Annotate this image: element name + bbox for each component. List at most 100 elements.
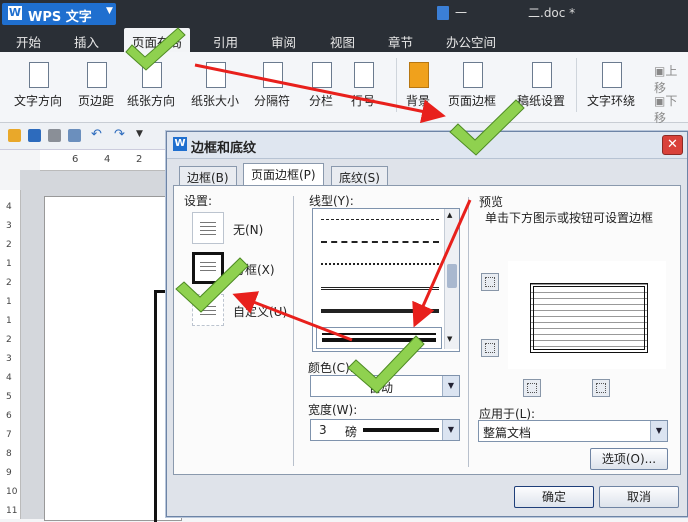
- preview-page: [530, 283, 648, 353]
- preview-hint: 单击下方图示或按钮可设置边框: [485, 211, 654, 225]
- menu-chapter[interactable]: 章节: [388, 32, 413, 51]
- line-style-option[interactable]: [321, 309, 439, 313]
- ruler-tick: 6: [72, 154, 79, 165]
- print-icon[interactable]: [48, 129, 61, 142]
- menu-references[interactable]: 引用: [213, 32, 238, 51]
- ruler-tick: 1: [6, 259, 12, 269]
- left-border-button[interactable]: [523, 379, 541, 397]
- bring-forward-button[interactable]: ▣上移: [654, 62, 688, 96]
- menu-bar: 开始 插入 页面布局 引用 审阅 视图 章节 办公空间: [0, 28, 688, 52]
- ruler-tick: 4: [6, 373, 12, 383]
- setting-custom-label[interactable]: 自定义(U): [233, 303, 287, 320]
- bring-forward-icon: ▣: [654, 64, 666, 78]
- borders-and-shading-dialog: W 边框和底纹 ✕ 边框(B) 页面边框(P) 底纹(S) 设置: 无(N) 方…: [166, 131, 688, 517]
- bottom-border-button[interactable]: [481, 339, 499, 357]
- send-backward-button[interactable]: ▣下移: [654, 92, 688, 126]
- setting-none-label[interactable]: 无(N): [233, 221, 263, 238]
- border-preview[interactable]: [508, 261, 666, 369]
- wps-logo-icon: W: [173, 137, 187, 151]
- setting-box-icon[interactable]: [192, 252, 224, 284]
- doc-tab-2[interactable]: 二.doc *: [528, 4, 575, 24]
- line-style-label: 线型(Y):: [309, 194, 354, 208]
- ruler-tick: 6: [6, 411, 12, 421]
- print-preview-icon[interactable]: [68, 129, 81, 142]
- vertical-ruler: 4 3 2 1 2 1 1 2 3 4 5 6 7 8 9 10 11: [0, 190, 21, 519]
- paper-size-icon: [206, 62, 226, 88]
- ruler-tick: 5: [6, 392, 12, 402]
- line-style-list[interactable]: ▲ ▼: [312, 208, 460, 352]
- ribbon: 文字方向 页边距 纸张方向 纸张大小 分隔符 分栏 行号 背景 页面边框 稿纸设…: [0, 52, 688, 126]
- ribbon-divider: [576, 58, 577, 112]
- ruler-tick: 7: [6, 430, 12, 440]
- menu-view[interactable]: 视图: [330, 32, 355, 51]
- ruler-tick: 2: [6, 240, 12, 250]
- menu-review[interactable]: 审阅: [271, 32, 296, 51]
- doc-tab-1[interactable]: 一: [455, 4, 467, 24]
- redo-icon[interactable]: ↷: [114, 127, 125, 142]
- title-bar: W WPS 文字 ▼ 一 二.doc *: [0, 0, 688, 28]
- menu-office-space[interactable]: 办公空间: [446, 32, 496, 51]
- line-style-selected[interactable]: [316, 327, 442, 349]
- page-border-button[interactable]: 页面边框: [446, 52, 498, 114]
- doc-icon: [437, 6, 449, 20]
- apply-to-select[interactable]: 整篇文档 ▼: [478, 420, 668, 442]
- ruler-tick: 8: [6, 449, 12, 459]
- preview-label: 预览: [479, 195, 504, 209]
- line-style-option[interactable]: [321, 263, 439, 265]
- margins-button[interactable]: 页边距: [76, 52, 116, 114]
- orientation-button[interactable]: 纸张方向: [122, 52, 180, 114]
- line-style-option[interactable]: [321, 287, 439, 291]
- ruler-tick: 9: [6, 468, 12, 478]
- menu-page-layout[interactable]: 页面布局: [124, 28, 191, 52]
- menu-insert[interactable]: 插入: [74, 32, 99, 51]
- text-direction-button[interactable]: 文字方向: [6, 52, 70, 114]
- ruler-tick: 2: [6, 335, 12, 345]
- close-button[interactable]: ✕: [662, 135, 683, 155]
- width-select[interactable]: 3 磅 ▼: [310, 419, 460, 441]
- width-preview-line: [363, 428, 439, 432]
- setting-custom-icon[interactable]: [192, 294, 224, 326]
- setting-none-icon[interactable]: [192, 212, 224, 244]
- panel-divider: [293, 196, 294, 466]
- text-direction-icon: [29, 62, 49, 88]
- line-style-option[interactable]: [321, 241, 439, 243]
- line-numbers-button[interactable]: 行号: [346, 52, 380, 114]
- menu-home[interactable]: 开始: [16, 32, 41, 51]
- options-button[interactable]: 选项(O)...: [590, 448, 668, 470]
- ok-button[interactable]: 确定: [514, 486, 594, 508]
- app-menu-button[interactable]: W WPS 文字 ▼: [2, 3, 116, 25]
- open-icon[interactable]: [8, 129, 21, 142]
- customize-toolbar-icon[interactable]: ▼: [136, 129, 143, 139]
- line-style-option[interactable]: [321, 219, 439, 220]
- paper-size-button[interactable]: 纸张大小: [190, 52, 240, 114]
- page-border-icon: [463, 62, 483, 88]
- color-select[interactable]: 自动 ▼: [310, 375, 460, 397]
- breaks-button[interactable]: 分隔符: [248, 52, 296, 114]
- line-style-scrollbar[interactable]: ▲ ▼: [444, 209, 459, 349]
- chevron-down-icon: ▼: [106, 6, 113, 16]
- wps-logo-icon: W: [8, 6, 22, 20]
- cancel-button[interactable]: 取消: [599, 486, 679, 508]
- breaks-icon: [263, 62, 283, 88]
- save-icon[interactable]: [28, 129, 41, 142]
- scroll-up-icon[interactable]: ▲: [447, 211, 457, 221]
- line-numbers-icon: [354, 62, 374, 88]
- orientation-icon: [142, 62, 162, 88]
- ruler-tick: 4: [6, 202, 12, 212]
- chevron-down-icon: ▼: [442, 376, 459, 396]
- background-button[interactable]: 背景: [402, 52, 434, 114]
- ruler-tick: 3: [6, 354, 12, 364]
- scroll-down-icon[interactable]: ▼: [447, 335, 457, 345]
- top-border-button[interactable]: [481, 273, 499, 291]
- text-wrap-button[interactable]: 文字环绕: [584, 52, 638, 114]
- setting-label: 设置:: [184, 194, 213, 208]
- draft-paper-button[interactable]: 稿纸设置: [514, 52, 568, 114]
- margins-icon: [87, 62, 107, 88]
- scroll-thumb[interactable]: [447, 264, 457, 288]
- columns-button[interactable]: 分栏: [304, 52, 338, 114]
- undo-icon[interactable]: ↶: [91, 127, 102, 142]
- text-wrap-icon: [602, 62, 622, 88]
- setting-box-label[interactable]: 方框(X): [233, 261, 275, 278]
- chevron-down-icon: ▼: [442, 420, 459, 440]
- right-border-button[interactable]: [592, 379, 610, 397]
